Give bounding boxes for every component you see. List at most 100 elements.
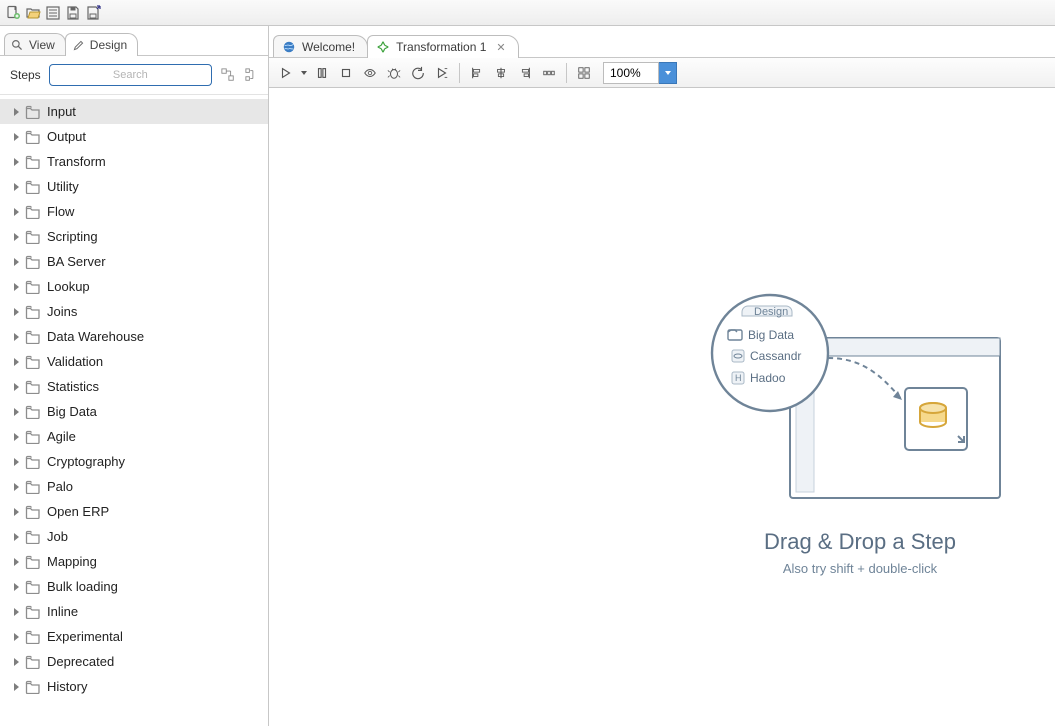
category-label: Bulk loading — [47, 579, 118, 594]
replay-button[interactable] — [407, 62, 429, 84]
category-history[interactable]: History — [0, 674, 268, 699]
tab-view[interactable]: View — [4, 33, 66, 56]
tab-welcome-label: Welcome! — [302, 40, 355, 54]
grid-button[interactable] — [573, 62, 595, 84]
folder-icon — [25, 505, 41, 519]
zoom-dropdown-button[interactable] — [659, 62, 677, 84]
category-open-erp[interactable]: Open ERP — [0, 499, 268, 524]
folder-icon — [25, 355, 41, 369]
folder-icon — [25, 305, 41, 319]
expand-caret-icon — [14, 408, 19, 416]
preview-button[interactable] — [359, 62, 381, 84]
toggle-tree-button[interactable] — [44, 4, 62, 22]
align-left-button[interactable] — [466, 62, 488, 84]
toolbar-separator — [459, 63, 460, 83]
category-statistics[interactable]: Statistics — [0, 374, 268, 399]
tab-welcome[interactable]: Welcome! — [273, 35, 368, 58]
category-label: Output — [47, 129, 86, 144]
expand-caret-icon — [14, 208, 19, 216]
save-as-button[interactable] — [84, 4, 102, 22]
run-button[interactable] — [275, 62, 297, 84]
folder-icon — [25, 480, 41, 494]
category-label: Agile — [47, 429, 76, 444]
open-file-button[interactable] — [24, 4, 42, 22]
category-label: Experimental — [47, 629, 123, 644]
collapse-tree-button[interactable] — [244, 67, 260, 83]
zoom-input[interactable] — [603, 62, 659, 84]
expand-caret-icon — [14, 583, 19, 591]
category-mapping[interactable]: Mapping — [0, 549, 268, 574]
transformation-canvas[interactable]: Design Big Data Cassandr H Hadoo — [269, 88, 1055, 726]
category-transform[interactable]: Transform — [0, 149, 268, 174]
expand-caret-icon — [14, 383, 19, 391]
save-button[interactable] — [64, 4, 82, 22]
expand-caret-icon — [14, 483, 19, 491]
pause-button[interactable] — [311, 62, 333, 84]
align-right-button[interactable] — [514, 62, 536, 84]
category-validation[interactable]: Validation — [0, 349, 268, 374]
search-input[interactable] — [49, 64, 212, 86]
align-center-button[interactable] — [490, 62, 512, 84]
category-lookup[interactable]: Lookup — [0, 274, 268, 299]
expand-tree-button[interactable] — [220, 67, 236, 83]
debug-button[interactable] — [383, 62, 405, 84]
tab-transformation[interactable]: Transformation 1 ✕ — [367, 35, 518, 58]
folder-icon — [25, 255, 41, 269]
expand-caret-icon — [14, 158, 19, 166]
hint-title: Drag & Drop a Step — [705, 529, 1015, 555]
category-joins[interactable]: Joins — [0, 299, 268, 324]
expand-caret-icon — [14, 508, 19, 516]
category-ba-server[interactable]: BA Server — [0, 249, 268, 274]
close-icon[interactable]: ✕ — [496, 41, 505, 54]
run-dropdown-button[interactable] — [299, 62, 309, 84]
category-label: Big Data — [47, 404, 97, 419]
app-toolbar — [0, 0, 1055, 26]
run-options-button[interactable] — [431, 62, 453, 84]
svg-text:H: H — [735, 373, 742, 383]
folder-icon — [25, 230, 41, 244]
category-flow[interactable]: Flow — [0, 199, 268, 224]
category-label: BA Server — [47, 254, 106, 269]
distribute-button[interactable] — [538, 62, 560, 84]
step-categories-tree[interactable]: Input Output TransformUtilityFlowScripting… — [0, 95, 268, 726]
folder-icon — [25, 655, 41, 669]
category-agile[interactable]: Agile — [0, 424, 268, 449]
category-label: Palo — [47, 479, 73, 494]
tab-transformation-label: Transformation 1 — [396, 40, 486, 54]
toolbar-separator — [566, 63, 567, 83]
folder-icon — [25, 280, 41, 294]
folder-icon — [25, 105, 41, 119]
category-label: Statistics — [47, 379, 99, 394]
expand-caret-icon — [14, 458, 19, 466]
hint-illustration: Design Big Data Cassandr H Hadoo — [710, 288, 1010, 508]
category-big-data[interactable]: Big Data — [0, 399, 268, 424]
editor-panel: Welcome! Transformation 1 ✕ — [269, 26, 1055, 726]
globe-icon — [282, 40, 296, 54]
category-label: Data Warehouse — [47, 329, 144, 344]
category-scripting[interactable]: Scripting — [0, 224, 268, 249]
category-inline[interactable]: Inline — [0, 599, 268, 624]
svg-text:Cassandr: Cassandr — [750, 349, 801, 363]
stop-button[interactable] — [335, 62, 357, 84]
category-job[interactable]: Job — [0, 524, 268, 549]
category-palo[interactable]: Palo — [0, 474, 268, 499]
category-data-warehouse[interactable]: Data Warehouse — [0, 324, 268, 349]
category-bulk-loading[interactable]: Bulk loading — [0, 574, 268, 599]
svg-text:Big Data: Big Data — [748, 328, 794, 342]
expand-caret-icon — [14, 233, 19, 241]
category-utility[interactable]: Utility — [0, 174, 268, 199]
category-experimental[interactable]: Experimental — [0, 624, 268, 649]
category-cryptography[interactable]: Cryptography — [0, 449, 268, 474]
new-file-button[interactable] — [4, 4, 22, 22]
tab-view-label: View — [29, 38, 55, 52]
category-label: Inline — [47, 604, 78, 619]
folder-icon — [25, 155, 41, 169]
folder-icon — [25, 205, 41, 219]
category-output[interactable]: Output — [0, 124, 268, 149]
category-label: Validation — [47, 354, 103, 369]
category-input[interactable]: Input — [0, 99, 268, 124]
transformation-icon — [376, 40, 390, 54]
category-deprecated[interactable]: Deprecated — [0, 649, 268, 674]
tab-design[interactable]: Design — [65, 33, 138, 56]
category-label: Job — [47, 529, 68, 544]
